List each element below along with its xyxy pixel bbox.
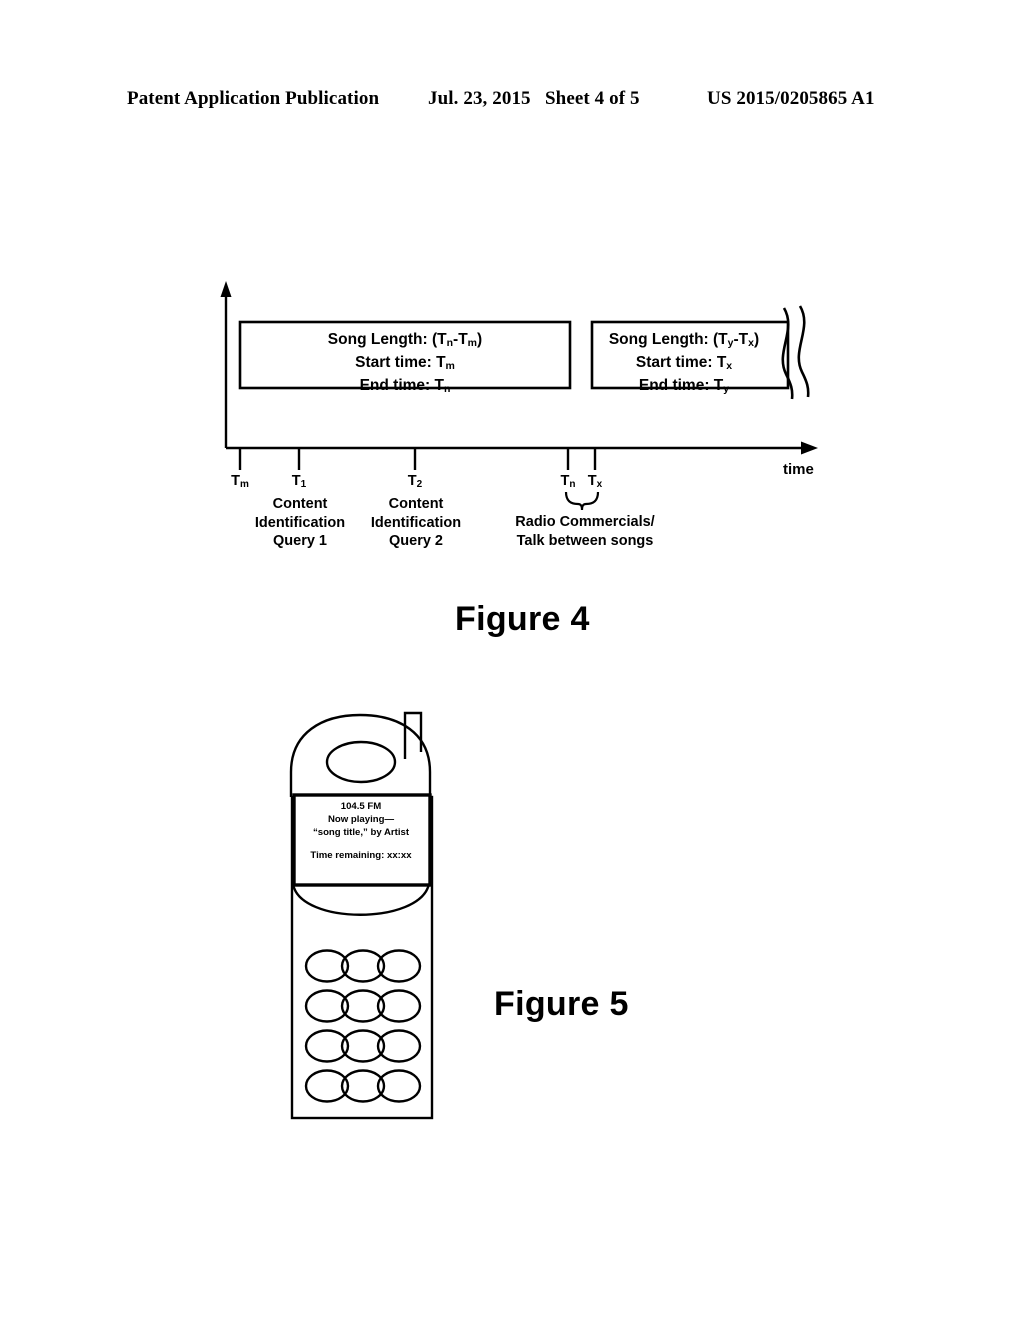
axis-tick-marks [238, 448, 597, 470]
tick-label-tx: Tx [587, 473, 603, 490]
keypad-key[interactable] [376, 989, 422, 1023]
phone-midsection-arc [291, 883, 431, 916]
tick-label-tm: Tm [231, 473, 249, 490]
phone-screen-text: 104.5 FM Now playing— “song title,” by A… [296, 800, 426, 862]
song-block-2-start: Start time: Tx [635, 354, 733, 372]
song-block-1-start: Start time: Tm [355, 354, 455, 372]
screen-track-title: “song title,” by Artist [312, 827, 410, 839]
tick-label-t2: T2 [407, 473, 423, 490]
time-axis [226, 441, 818, 455]
keypad-key[interactable] [376, 1069, 422, 1103]
caption-query-2: Content Identification Query 2 [370, 496, 462, 549]
song-block-1-text: Song Length: (Tn-Tm) Start time: Tm End … [241, 330, 569, 399]
figure-4-caption: Figure 4 [455, 600, 590, 638]
screen-now-playing: Now playing— [327, 814, 395, 826]
commercials-brace [564, 491, 600, 511]
time-axis-label: time [783, 461, 814, 478]
screen-station: 104.5 FM [340, 801, 382, 812]
tick-label-t1: T1 [291, 473, 307, 490]
phone-top-dome [289, 713, 432, 797]
song-block-1-length: Song Length: (Tn-Tm) [327, 331, 483, 349]
keypad-key[interactable] [340, 1029, 386, 1063]
vertical-axis [220, 281, 232, 448]
earpiece-icon [325, 740, 397, 784]
figure-4: Song Length: (Tn-Tm) Start time: Tm End … [0, 0, 1024, 660]
keypad-key[interactable] [376, 1029, 422, 1063]
phone-keypad [304, 949, 422, 1103]
keypad-key[interactable] [304, 1029, 350, 1063]
figure-5-caption: Figure 5 [494, 985, 629, 1023]
keypad-key[interactable] [304, 989, 350, 1023]
keypad-key[interactable] [304, 1069, 350, 1103]
song-block-2-text: Song Length: (Ty-Tx) Start time: Tx End … [593, 330, 775, 399]
keypad-key[interactable] [340, 989, 386, 1023]
keypad-key[interactable] [304, 949, 350, 983]
caption-radio-commercials: Radio Commercials/ Talk between songs [515, 514, 655, 549]
phone-body [290, 795, 434, 1120]
song-block-2-end: End time: Ty [638, 377, 730, 395]
screen-time-remaining: Time remaining: xx:xx [310, 849, 412, 861]
phone-screen [292, 793, 432, 887]
song-block-2-length: Song Length: (Ty-Tx) [608, 331, 760, 349]
keypad-key[interactable] [340, 1069, 386, 1103]
continuation-break-icon [781, 305, 810, 400]
antenna-icon [403, 711, 423, 759]
screen-blank-line [296, 840, 426, 849]
song-block-1-end: End time: Tn [359, 377, 451, 395]
keypad-key[interactable] [376, 949, 422, 983]
caption-query-1: Content Identification Query 1 [254, 496, 346, 549]
keypad-key[interactable] [340, 949, 386, 983]
